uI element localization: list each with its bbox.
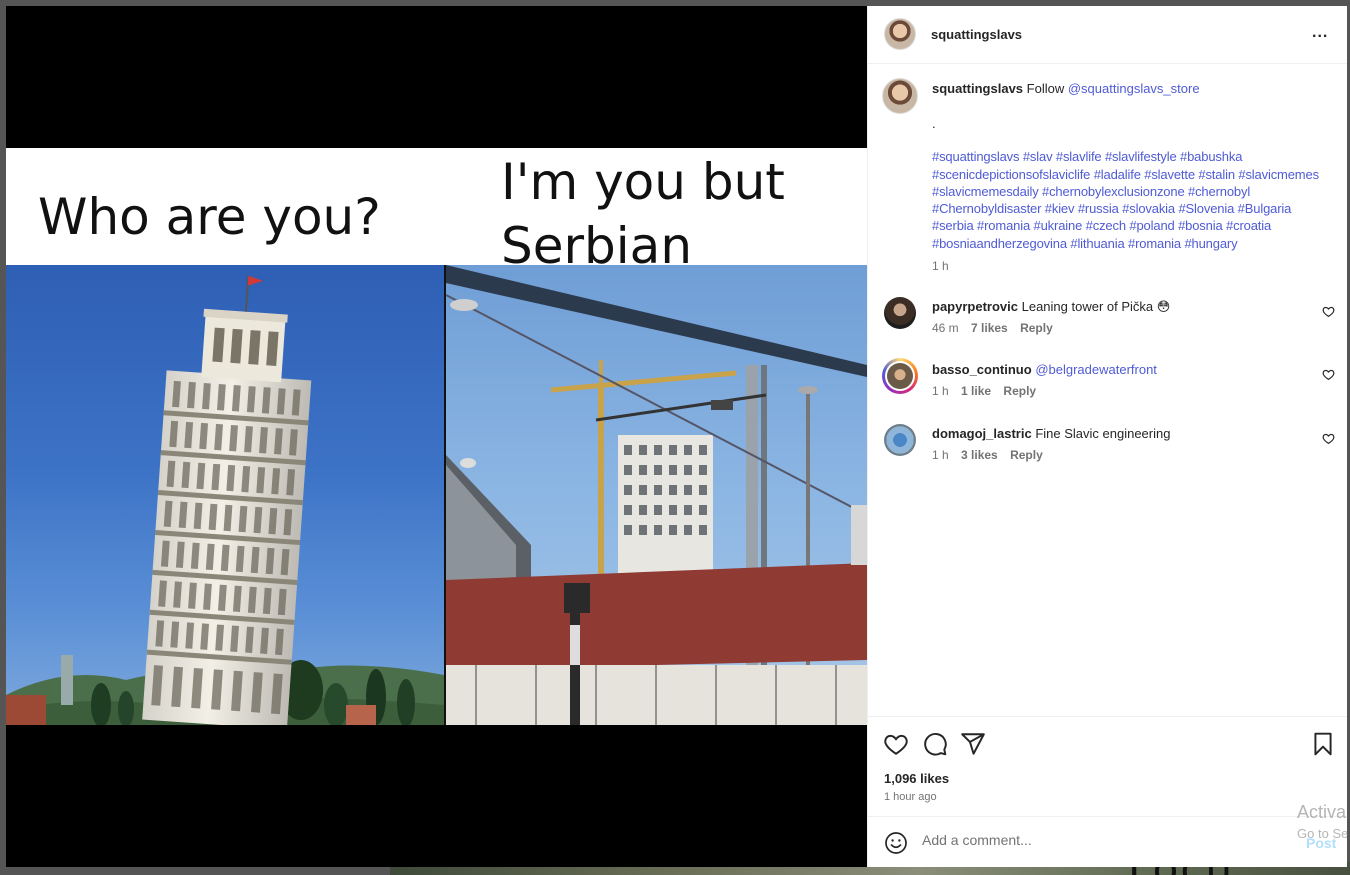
caption-hashtags[interactable]: #squattingslavs #slav #slavlife #slavlif… [932, 148, 1332, 252]
leaning-tower-illustration [6, 275, 444, 725]
meme-image: Who are you? I'm you but Serbian [6, 148, 867, 725]
follow-link[interactable]: Follow [1027, 81, 1065, 96]
bookmark-icon[interactable] [1310, 731, 1336, 757]
caption-avatar[interactable] [882, 78, 918, 114]
commenter-avatar[interactable] [884, 297, 916, 329]
comment-item: basso_continuo @belgradewaterfront 1 h 1… [868, 358, 1347, 420]
comment-mention-link[interactable]: @belgradewaterfront [1035, 362, 1157, 377]
comment-heart-icon[interactable] [1322, 368, 1335, 381]
commenter-username[interactable]: domagoj_lastric [932, 426, 1032, 441]
comment-body: domagoj_lastric Fine Slavic engineering [932, 425, 1312, 443]
comment-time: 1 h [932, 384, 949, 398]
share-icon[interactable] [960, 731, 986, 757]
heart-icon[interactable] [883, 731, 909, 757]
comment-item: papyrpetrovic Leaning tower of Pička 😳 4… [868, 297, 1347, 357]
comment-meta: 1 h 1 like Reply [932, 384, 1045, 398]
caption-username[interactable]: squattingslavs [932, 81, 1023, 96]
commenter-avatar [887, 363, 913, 389]
commenter-avatar[interactable] [884, 424, 916, 456]
comment-likes[interactable]: 3 likes [961, 448, 998, 462]
comment-heart-icon[interactable] [1322, 305, 1335, 318]
meme-right-caption: I'm you but Serbian [501, 153, 785, 275]
comment-likes[interactable]: 7 likes [971, 321, 1008, 335]
comment-text: Fine Slavic engineering [1035, 426, 1171, 441]
story-ring[interactable] [882, 358, 918, 394]
windows-activation-watermark: Activa [1297, 802, 1347, 822]
comment-input[interactable] [922, 832, 1292, 848]
comment-icon[interactable] [922, 731, 948, 757]
comment-likes[interactable]: 1 like [961, 384, 991, 398]
comment-time: 46 m [932, 321, 959, 335]
author-username[interactable]: squattingslavs [931, 27, 1022, 42]
post-media[interactable]: Who are you? I'm you but Serbian [6, 6, 867, 867]
comment-text: Leaning tower of Pička 😳 [1021, 299, 1171, 314]
likes-count[interactable]: 1,096 likes [884, 771, 949, 786]
comment-meta: 46 m 7 likes Reply [932, 321, 1062, 335]
reply-button[interactable]: Reply [1010, 448, 1043, 462]
caption-dot: . [932, 116, 936, 132]
serbian-scene-photo [446, 265, 867, 725]
post-sidebar: squattingslavs ... squattingslavs Follow… [867, 6, 1347, 867]
leaning-tower-photo [6, 265, 444, 725]
comment-bar: Post [868, 816, 1347, 867]
post-header: squattingslavs ... [868, 6, 1347, 64]
meme-left-caption: Who are you? [38, 188, 381, 246]
post-actions: 1,096 likes 1 hour ago [868, 716, 1347, 816]
comment-body: papyrpetrovic Leaning tower of Pička 😳 [932, 298, 1312, 316]
caption-time: 1 h [932, 259, 949, 274]
store-mention-link[interactable]: @squattingslavs_store [1068, 81, 1200, 96]
post-time: 1 hour ago [884, 791, 937, 803]
reply-button[interactable]: Reply [1020, 321, 1053, 335]
author-avatar[interactable] [884, 18, 916, 50]
comment-item: domagoj_lastric Fine Slavic engineering … [868, 424, 1347, 484]
comment-time: 1 h [932, 448, 949, 462]
commenter-username[interactable]: papyrpetrovic [932, 299, 1018, 314]
comment-meta: 1 h 3 likes Reply [932, 448, 1052, 462]
construction-scene-illustration [446, 265, 867, 725]
comment-heart-icon[interactable] [1322, 432, 1335, 445]
post-modal: Who are you? I'm you but Serbian squatti… [6, 6, 1347, 867]
commenter-username[interactable]: basso_continuo [932, 362, 1032, 377]
emoji-icon[interactable] [884, 831, 908, 855]
comment-body: basso_continuo @belgradewaterfront [932, 361, 1312, 379]
caption-text: squattingslavs Follow @squattingslavs_st… [932, 80, 1332, 275]
windows-activation-subtext: Go to Se [1297, 826, 1349, 841]
more-icon[interactable]: ... [1312, 24, 1328, 42]
reply-button[interactable]: Reply [1003, 384, 1036, 398]
